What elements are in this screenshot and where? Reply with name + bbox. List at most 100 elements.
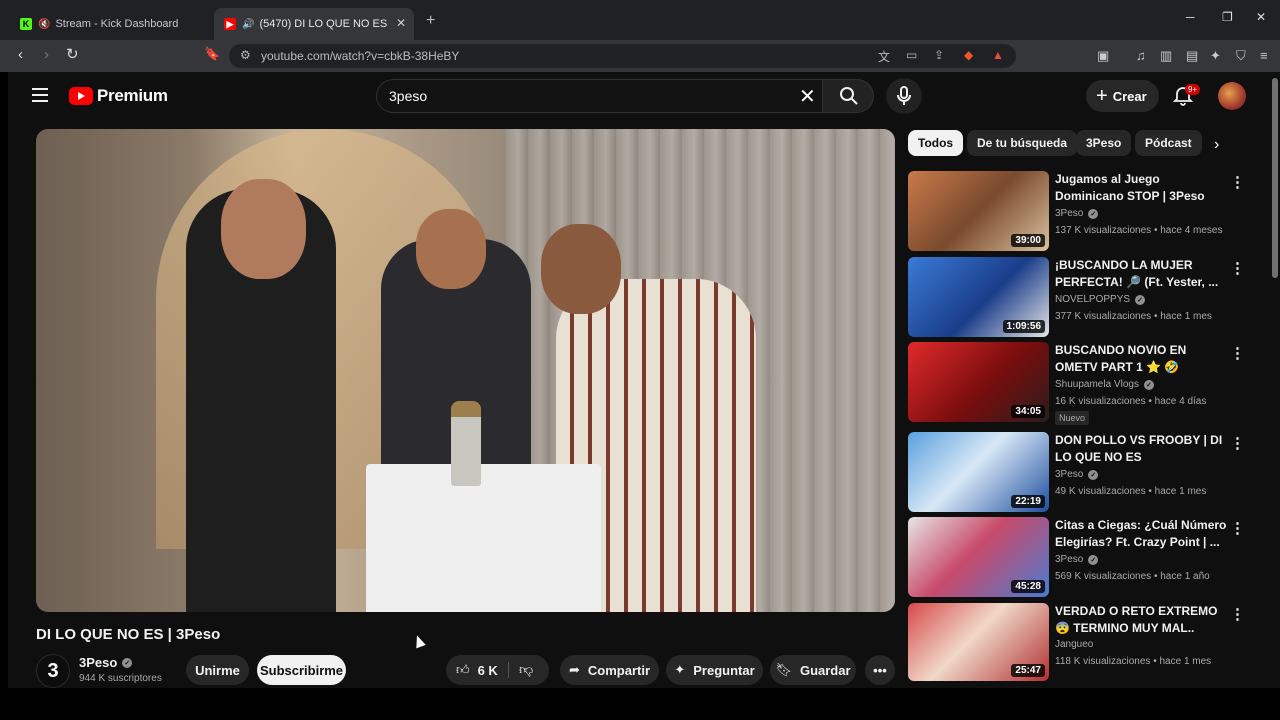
sidebar-icon[interactable]: ▥ — [1160, 48, 1172, 64]
clear-search-icon[interactable]: ✕ — [799, 84, 816, 109]
video-duration: 34:05 — [1011, 405, 1045, 418]
video-thumbnail[interactable]: 39:00 — [908, 171, 1049, 251]
more-vertical-icon[interactable]: ⋮ — [1230, 605, 1245, 623]
media-icon[interactable]: ♫ — [1136, 48, 1146, 63]
video-thumbnail[interactable]: 1:09:56 — [908, 257, 1049, 337]
search-query[interactable]: 3peso — [389, 88, 427, 104]
verified-check-icon: ✓ — [1088, 469, 1099, 480]
url-text[interactable]: youtube.com/watch?v=cbkB-38HeBY — [261, 49, 459, 63]
back-icon[interactable]: ‹ — [18, 46, 23, 63]
channel-name[interactable]: 3Peso ✓ — [79, 655, 133, 670]
new-tab-icon[interactable]: + — [426, 12, 435, 30]
chip-de-tu-busqueda[interactable]: De tu búsqueda — [967, 130, 1078, 156]
join-button[interactable]: Unirme — [186, 655, 249, 685]
reload-icon[interactable]: ↻ — [66, 45, 79, 63]
minimize-icon[interactable]: ─ — [1186, 10, 1195, 24]
more-actions-button[interactable]: ••• — [865, 655, 895, 685]
like-count[interactable]: 6 K — [478, 663, 498, 678]
account-avatar[interactable] — [1218, 82, 1246, 110]
more-vertical-icon[interactable]: ⋮ — [1230, 434, 1245, 452]
recommendation-channel[interactable]: 3Peso ✓ — [1055, 554, 1099, 565]
recommendation-title[interactable]: Citas a Ciegas: ¿Cuál Número Elegirías? … — [1055, 517, 1227, 551]
video-thumbnail[interactable]: 22:19 — [908, 432, 1049, 512]
video-thumbnail[interactable]: 45:28 — [908, 517, 1049, 597]
guide-menu-icon[interactable] — [32, 88, 48, 102]
chip-todos[interactable]: Todos — [908, 130, 964, 156]
recommendation-title[interactable]: DON POLLO VS FROOBY | DI LO QUE NO ES — [1055, 432, 1227, 466]
maximize-icon[interactable]: ❐ — [1222, 10, 1233, 24]
wallet-icon[interactable]: ▤ — [1186, 48, 1198, 64]
channel-avatar[interactable]: 3 — [36, 654, 70, 688]
more-vertical-icon[interactable]: ⋮ — [1230, 173, 1245, 191]
recommendation-channel[interactable]: Jangueo — [1055, 639, 1093, 650]
like-icon[interactable]: 👍︎ — [456, 662, 470, 678]
tab-title: (5470) DI LO QUE NO ES | 3Peso — [259, 18, 388, 30]
page-scrollbar[interactable] — [1272, 78, 1278, 278]
taskbar-area — [0, 688, 1280, 720]
recommendation-channel[interactable]: 3Peso ✓ — [1055, 208, 1099, 219]
share-button[interactable]: ➦ Compartir — [560, 655, 659, 685]
recommendation-channel[interactable]: NOVELPOPPYS ✓ — [1055, 294, 1146, 305]
reader-mode-icon[interactable]: ▣ — [1097, 48, 1109, 64]
site-settings-icon[interactable]: ⚙ — [240, 48, 251, 62]
muted-speaker-icon[interactable]: 🔇 — [38, 19, 50, 30]
subscribe-button[interactable]: Subscribirme — [257, 655, 346, 685]
ask-label: Preguntar — [693, 662, 755, 678]
recommendation-item[interactable]: 45:28 Citas a Ciegas: ¿Cuál Número Elegi… — [908, 517, 1248, 597]
close-window-icon[interactable]: ✕ — [1256, 10, 1266, 24]
more-vertical-icon[interactable]: ⋮ — [1230, 344, 1245, 362]
verified-check-icon: ✓ — [1088, 554, 1099, 565]
verified-check-icon: ✓ — [1135, 294, 1146, 305]
video-duration: 1:09:56 — [1002, 320, 1045, 333]
ask-button[interactable]: ✦ Preguntar — [666, 655, 763, 685]
recommendation-item[interactable]: 34:05 BUSCANDO NOVIO EN OMETV PART 1 ⭐ 🤣… — [908, 342, 1248, 425]
forward-icon[interactable]: › — [44, 46, 49, 63]
voice-search-button[interactable] — [886, 78, 922, 114]
speaker-icon[interactable]: 🔊 — [242, 19, 254, 30]
recommendation-title[interactable]: ¡BUSCANDO LA MUJER PERFECTA! 🔎 (Ft. Yest… — [1055, 257, 1227, 291]
like-dislike-group: 👍︎ 6 K — [446, 655, 549, 685]
recommendation-title[interactable]: VERDAD O RETO EXTREMO 😨 TERMINO MUY MAL.… — [1055, 603, 1227, 637]
bookmark-icon[interactable]: 🔖 — [204, 46, 220, 62]
menu-icon[interactable]: ≡ — [1260, 48, 1268, 63]
recommendation-item[interactable]: 25:47 VERDAD O RETO EXTREMO 😨 TERMINO MU… — [908, 603, 1248, 681]
brave-shield-icon[interactable]: ◆ — [964, 48, 973, 62]
brave-rewards-icon[interactable]: ▲ — [992, 48, 1004, 62]
share-page-icon[interactable]: ⇪ — [934, 48, 944, 62]
save-button[interactable]: 🔖︎ Guardar — [770, 655, 856, 685]
chip-podcast[interactable]: Pódcast — [1135, 130, 1202, 156]
vpn-icon[interactable]: ⛉ — [1236, 48, 1246, 64]
plus-icon: + — [1096, 85, 1108, 107]
search-button[interactable] — [822, 79, 874, 113]
recommendation-channel[interactable]: Shuupamela Vlogs ✓ — [1055, 379, 1154, 390]
subscriber-count: 944 K suscriptores — [79, 673, 162, 684]
translate-icon[interactable]: 文 — [878, 48, 890, 65]
chevron-right-icon[interactable]: › — [1214, 136, 1219, 154]
youtube-premium-logo[interactable]: Premium — [69, 86, 168, 106]
video-player[interactable] — [36, 129, 895, 612]
channel-text: Shuupamela Vlogs — [1055, 379, 1139, 390]
recommendation-item[interactable]: 39:00 Jugamos al Juego Dominicano STOP |… — [908, 171, 1248, 251]
recommendation-title[interactable]: BUSCANDO NOVIO EN OMETV PART 1 ⭐ 🤣 — [1055, 342, 1227, 376]
recommendation-item[interactable]: 1:09:56 ¡BUSCANDO LA MUJER PERFECTA! 🔎 (… — [908, 257, 1248, 337]
dislike-icon[interactable]: 👎︎ — [519, 661, 533, 678]
leo-ai-icon[interactable]: ✦ — [1210, 48, 1221, 64]
recommendation-channel[interactable]: 3Peso ✓ — [1055, 469, 1099, 480]
join-label: Unirme — [195, 662, 240, 678]
close-tab-icon[interactable]: ✕ — [396, 16, 406, 30]
video-thumbnail[interactable]: 25:47 — [908, 603, 1049, 681]
tab-kick-dashboard[interactable]: K 🔇 Stream - Kick Dashboard — [10, 8, 210, 40]
video-thumbnail[interactable]: 34:05 — [908, 342, 1049, 422]
chip-3peso[interactable]: 3Peso — [1076, 130, 1132, 156]
create-button[interactable]: + Crear — [1086, 80, 1159, 112]
cast-icon[interactable]: ▭ — [906, 48, 917, 62]
recommendation-title[interactable]: Jugamos al Juego Dominicano STOP | 3Peso — [1055, 171, 1227, 205]
youtube-play-icon — [69, 87, 93, 105]
search-input[interactable] — [376, 79, 822, 113]
tab-youtube-video[interactable]: ▶ 🔊 (5470) DI LO QUE NO ES | 3Peso ✕ — [214, 8, 414, 40]
more-vertical-icon[interactable]: ⋮ — [1230, 519, 1245, 537]
recommendation-item[interactable]: 22:19 DON POLLO VS FROOBY | DI LO QUE NO… — [908, 432, 1248, 512]
share-label: Compartir — [587, 662, 651, 678]
new-badge: Nuevo — [1055, 411, 1090, 425]
more-vertical-icon[interactable]: ⋮ — [1230, 259, 1245, 277]
